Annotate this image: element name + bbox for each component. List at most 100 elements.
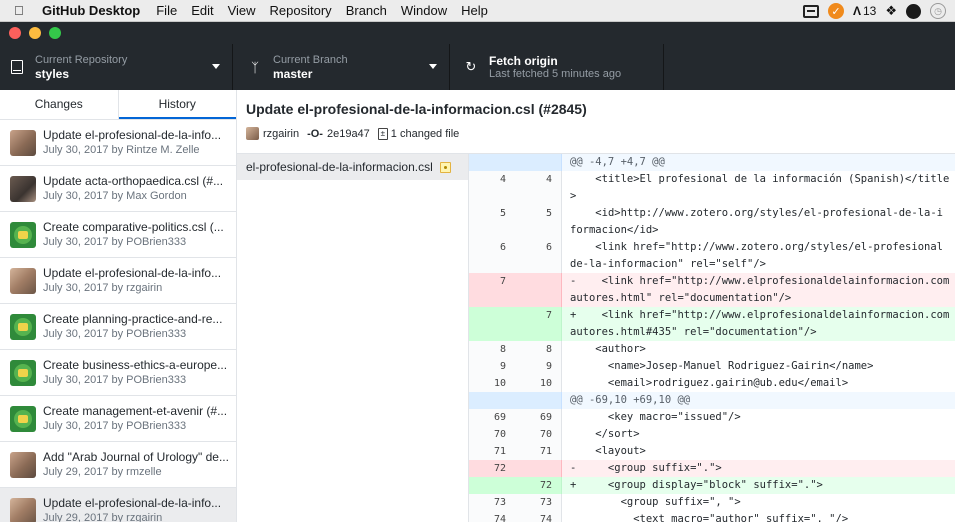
line-numbers: 7: [469, 307, 562, 341]
commit-list-item[interactable]: Create planning-practice-and-re... July …: [0, 304, 236, 350]
line-numbers: 71 71: [469, 443, 562, 460]
new-line-number: 5: [545, 208, 552, 219]
menu-repository[interactable]: Repository: [263, 0, 339, 22]
app-toolbar: Current Repository styles ᛉ Current Bran…: [0, 44, 955, 90]
commit-meta: July 30, 2017 by Max Gordon: [43, 190, 187, 202]
fetch-origin-button[interactable]: ↻ Fetch origin Last fetched 5 minutes ag…: [450, 44, 664, 90]
new-line-number: 70: [539, 429, 552, 440]
diff-line-added: 7 + <link href="http://www.elprofesionald…: [469, 307, 955, 341]
new-line-number: 72: [539, 480, 552, 491]
commit-sha[interactable]: 2e19a47: [327, 128, 370, 140]
diff-line: 99 <name>Josep-Manuel Rodriguez-Gairin</…: [469, 358, 955, 375]
tab-changes[interactable]: Changes: [0, 90, 119, 119]
diff-line-removed: 72 - <group suffix=".">: [469, 460, 955, 477]
new-line-number: 6: [545, 242, 552, 253]
commit-meta: July 30, 2017 by POBrien333: [43, 420, 187, 432]
changed-files-list: el-profesional-de-la-informacion.csl: [237, 154, 469, 522]
checkmark-app-icon[interactable]: ✓: [827, 3, 844, 19]
menu-help[interactable]: Help: [454, 0, 495, 22]
commit-title: Create business-ethics-a-europe...: [43, 358, 228, 372]
menu-view[interactable]: View: [221, 0, 263, 22]
commit-meta: July 29, 2017 by rzgairin: [43, 512, 163, 522]
display-icon[interactable]: [802, 4, 819, 18]
commit-meta: July 30, 2017 by POBrien333: [43, 374, 187, 386]
line-numbers: 99: [469, 358, 562, 375]
dropbox-icon[interactable]: ❖: [885, 3, 897, 19]
tab-history[interactable]: History: [119, 90, 237, 119]
diff-line: 88 <author>: [469, 341, 955, 358]
commit-summary-meta: rzgairin -O- 2e19a47 ± 1 changed file: [246, 127, 955, 140]
menu-window[interactable]: Window: [394, 0, 454, 22]
commit-list-item[interactable]: Create business-ethics-a-europe... July …: [0, 350, 236, 396]
old-line-number: 70: [493, 429, 506, 440]
new-line-number: 74: [539, 514, 552, 522]
branch-icon: ᛉ: [251, 59, 259, 75]
menu-app-name[interactable]: GitHub Desktop: [40, 0, 149, 22]
menu-branch[interactable]: Branch: [339, 0, 394, 22]
status-dot-icon[interactable]: [906, 3, 921, 19]
commit-list-item[interactable]: Update el-profesional-de-la-info... July…: [0, 258, 236, 304]
diff-code: @@ -69,10 +69,10 @@: [562, 392, 955, 409]
menu-file[interactable]: File: [149, 0, 184, 22]
diff-code: <link href="http://www.zotero.org/styles…: [570, 241, 943, 270]
minimize-window-button[interactable]: [29, 27, 41, 39]
commit-list-item[interactable]: Update acta-orthopaedica.csl (#... July …: [0, 166, 236, 212]
old-line-number: [469, 307, 515, 341]
diff-code: </sort>: [570, 428, 640, 440]
line-numbers: 88: [469, 341, 562, 358]
avatar: [246, 127, 259, 140]
close-window-button[interactable]: [9, 27, 21, 39]
diff-code: <layout>: [570, 445, 646, 457]
changed-file-item[interactable]: el-profesional-de-la-informacion.csl: [237, 154, 468, 180]
line-numbers: 7: [469, 273, 562, 307]
new-line-number: 73: [539, 497, 552, 508]
diff-line: 44 <title>El profesional de la informaci…: [469, 171, 955, 205]
line-numbers: 55: [469, 205, 562, 239]
maximize-window-button[interactable]: [49, 27, 61, 39]
line-numbers: 69 69: [469, 409, 562, 426]
new-line-number: 9: [545, 361, 552, 372]
avatar: [10, 129, 36, 156]
commit-meta: July 30, 2017 by POBrien333: [43, 236, 187, 248]
commit-list-item[interactable]: Create management-et-avenir (#... July 3…: [0, 396, 236, 442]
line-numbers: [469, 392, 562, 409]
line-numbers: 10 10: [469, 375, 562, 392]
commit-meta: July 30, 2017 by Rintze M. Zelle: [43, 144, 200, 156]
time-machine-icon[interactable]: ◷: [930, 3, 946, 19]
current-branch-dropdown[interactable]: ᛉ Current Branch master: [233, 44, 450, 90]
apple-icon[interactable]: : [14, 3, 40, 18]
old-line-number: [469, 477, 515, 494]
current-repository-dropdown[interactable]: Current Repository styles: [0, 44, 233, 90]
commit-title: Create planning-practice-and-re...: [43, 312, 223, 326]
sidebar: Changes History Update el-profesional-de…: [0, 90, 237, 522]
commit-list-item-selected[interactable]: Update el-profesional-de-la-info... July…: [0, 488, 236, 522]
file-name: el-profesional-de-la-informacion.csl: [246, 160, 433, 174]
avatar: [10, 267, 36, 294]
commit-list-item[interactable]: Create comparative-politics.csl (... Jul…: [0, 212, 236, 258]
diff-code: @@ -4,7 +4,7 @@: [562, 154, 955, 171]
line-numbers: 44: [469, 171, 562, 205]
old-line-number: 6: [499, 242, 506, 253]
avatar: [10, 405, 36, 432]
line-numbers: 72: [469, 460, 562, 477]
new-line-number: [515, 273, 561, 307]
avatar: [10, 221, 36, 248]
commit-list-item[interactable]: Add "Arab Journal of Urology" de... July…: [0, 442, 236, 488]
diff-code: <id>http://www.zotero.org/styles/el-prof…: [570, 207, 943, 236]
commit-title: Add "Arab Journal of Urology" de...: [43, 450, 229, 464]
old-line-number: 7: [499, 276, 506, 287]
diff-code: + <group display="block" suffix=".">: [562, 477, 955, 494]
diff-code: <key macro="issued"/>: [570, 411, 741, 423]
diff-viewer[interactable]: @@ -4,7 +4,7 @@ 4 4 <title>El profesional …: [469, 154, 955, 522]
old-line-number: 73: [493, 497, 506, 508]
diff-code: <name>Josep-Manuel Rodriguez-Gairin</nam…: [570, 360, 874, 372]
new-line-number: 10: [539, 378, 552, 389]
menu-edit[interactable]: Edit: [184, 0, 220, 22]
avatar: [10, 359, 36, 386]
commit-list-item[interactable]: Update el-profesional-de-la-info... July…: [0, 120, 236, 166]
old-line-number: 5: [499, 208, 506, 219]
diff-code: <group suffix=", ">: [570, 496, 741, 508]
commit-meta: July 30, 2017 by rzgairin: [43, 282, 163, 294]
commit-title: Update el-profesional-de-la-info...: [43, 266, 222, 280]
adobe-icon[interactable]: Λ 13: [853, 4, 876, 18]
